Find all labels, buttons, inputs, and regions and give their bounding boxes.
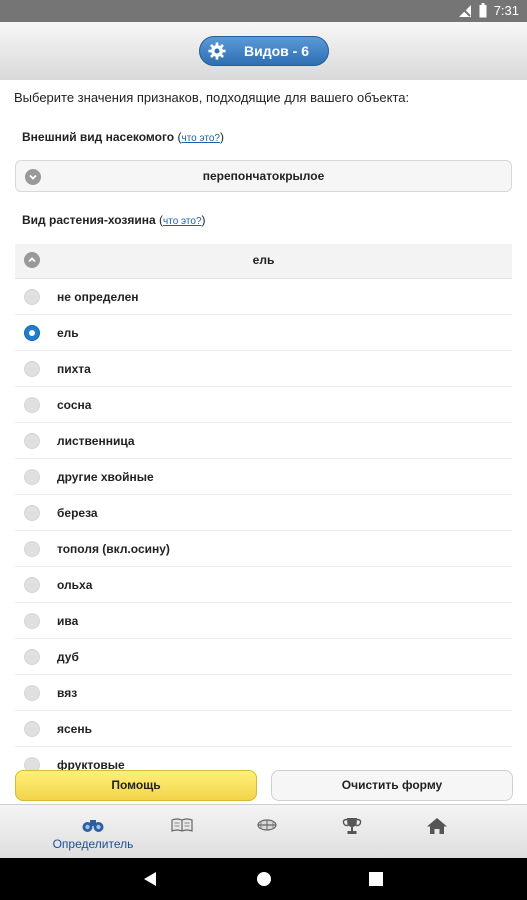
help-button[interactable]: Помощь — [15, 770, 257, 801]
radio-unchecked[interactable] — [24, 397, 40, 413]
attribute-title: Внешний вид насекомого — [22, 130, 175, 144]
home-icon — [427, 818, 447, 834]
radio-unchecked[interactable] — [24, 649, 40, 665]
signal-icon — [458, 4, 471, 17]
host-option[interactable]: ольха — [15, 567, 512, 603]
host-option-label: дуб — [57, 650, 79, 664]
system-navigation-bar — [0, 858, 527, 900]
radio-checked[interactable] — [24, 325, 40, 341]
host-option-label: ива — [57, 614, 79, 628]
tab-label: Определитель — [52, 837, 134, 851]
form-actions: Помощь Очистить форму — [0, 770, 527, 802]
host-option[interactable]: другие хвойные — [15, 459, 512, 495]
host-option[interactable]: ель — [15, 315, 512, 351]
back-icon[interactable] — [143, 871, 157, 887]
radio-unchecked[interactable] — [24, 505, 40, 521]
recents-icon[interactable] — [369, 871, 383, 887]
status-bar: 7:31 — [0, 0, 527, 22]
host-option-label: не определен — [57, 290, 139, 304]
appearance-select[interactable]: перепончатокрылое — [15, 160, 512, 192]
radio-unchecked[interactable] — [24, 577, 40, 593]
host-selected-value: ель — [252, 253, 275, 267]
tab-bar: Определитель — [0, 804, 527, 859]
host-option[interactable]: тополя (вкл.осину) — [15, 531, 512, 567]
host-option-label: ель — [57, 326, 79, 340]
radio-unchecked[interactable] — [24, 289, 40, 305]
host-option[interactable]: дуб — [15, 639, 512, 675]
radio-unchecked[interactable] — [24, 541, 40, 557]
host-option[interactable]: фруктовые — [15, 747, 512, 770]
battery-icon — [479, 3, 487, 18]
what-is-this-link[interactable]: что это? — [163, 216, 202, 227]
identification-form: Выберите значения признаков, подходящие … — [0, 80, 527, 770]
host-option-label: вяз — [57, 686, 78, 700]
radio-unchecked[interactable] — [24, 613, 40, 629]
tab-home[interactable] — [387, 805, 487, 859]
host-option-label: береза — [57, 506, 98, 520]
appearance-selected-value: перепончатокрылое — [202, 169, 325, 183]
clock: 7:31 — [493, 3, 519, 18]
attribute-label-appearance: Внешний вид насекомого (что это?) — [22, 130, 224, 144]
host-option[interactable]: лиственница — [15, 423, 512, 459]
what-is-this-link[interactable]: что это? — [181, 133, 220, 144]
form-instruction: Выберите значения признаков, подходящие … — [14, 90, 410, 105]
host-option-label: фруктовые — [57, 758, 125, 770]
host-option-label: тополя (вкл.осину) — [57, 542, 170, 556]
radio-unchecked[interactable] — [24, 757, 40, 770]
host-option-label: ольха — [57, 578, 93, 592]
tab-identifier[interactable]: Определитель — [43, 805, 143, 859]
clear-form-button[interactable]: Очистить форму — [271, 770, 513, 801]
radio-unchecked[interactable] — [24, 361, 40, 377]
app-header: Видов - 6 — [0, 22, 527, 81]
home-nav-icon[interactable] — [256, 871, 272, 887]
host-option-label: лиственница — [57, 434, 135, 448]
host-option[interactable]: вяз — [15, 675, 512, 711]
species-count-label: Видов - 6 — [244, 43, 309, 59]
host-option[interactable]: ясень — [15, 711, 512, 747]
host-option[interactable]: пихта — [15, 351, 512, 387]
radio-unchecked[interactable] — [24, 721, 40, 737]
attribute-title: Вид растения-хозяина — [22, 213, 156, 227]
host-select[interactable]: ель — [15, 244, 512, 279]
host-option-label: сосна — [57, 398, 92, 412]
host-options-list: не определен ель пихта сосна лиственница друг… — [15, 279, 512, 770]
book-icon — [171, 818, 193, 832]
insect-icon — [257, 819, 277, 831]
radio-unchecked[interactable] — [24, 433, 40, 449]
trophy-icon — [342, 818, 362, 834]
gear-icon — [208, 42, 226, 60]
species-count-button[interactable]: Видов - 6 — [199, 36, 329, 66]
host-option[interactable]: береза — [15, 495, 512, 531]
host-option-label: ясень — [57, 722, 92, 736]
host-option-label: пихта — [57, 362, 91, 376]
host-option[interactable]: ива — [15, 603, 512, 639]
radio-unchecked[interactable] — [24, 685, 40, 701]
radio-unchecked[interactable] — [24, 469, 40, 485]
binoculars-icon — [82, 820, 104, 832]
host-option-label: другие хвойные — [57, 470, 154, 484]
host-option[interactable]: не определен — [15, 279, 512, 315]
attribute-label-host: Вид растения-хозяина (что это?) — [22, 213, 206, 227]
host-option[interactable]: сосна — [15, 387, 512, 423]
